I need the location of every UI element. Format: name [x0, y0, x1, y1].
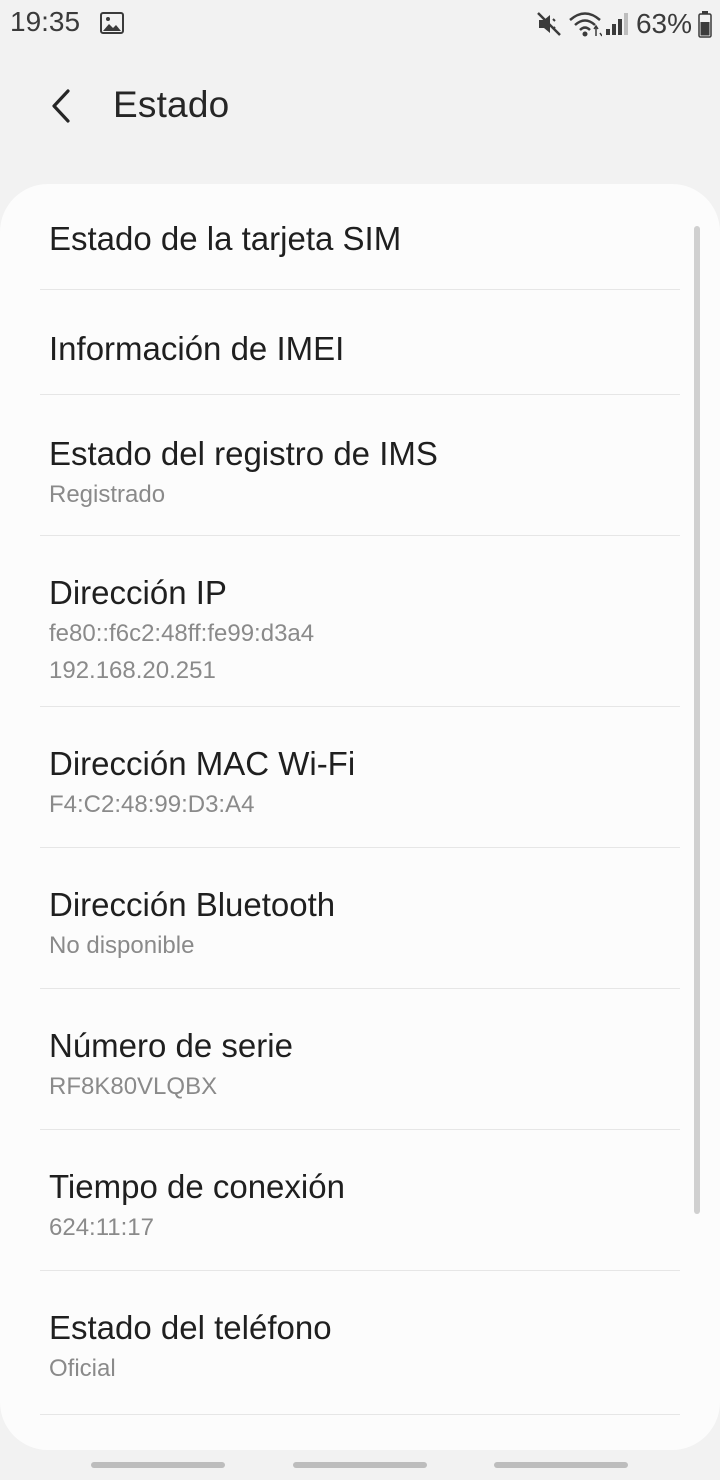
gallery-icon [100, 12, 124, 34]
item-wifi-mac: Dirección MAC Wi-Fi F4:C2:48:99:D3:A4 [40, 707, 680, 848]
item-title: Número de serie [49, 1027, 293, 1064]
item-subtitle: fe80::f6c2:48ff:fe99:d3a4 [49, 620, 315, 647]
status-list: Estado de la tarjeta SIM Información de … [0, 184, 720, 1415]
nav-home-button[interactable] [293, 1462, 427, 1468]
item-subtitle: RF8K80VLQBX [49, 1073, 218, 1100]
chevron-left-icon [52, 89, 70, 123]
navigation-bar [0, 1450, 720, 1480]
item-ims-registration: Estado del registro de IMS Registrado [40, 395, 680, 536]
item-title: Estado de la tarjeta SIM [49, 220, 402, 257]
item-title: Dirección MAC Wi-Fi [49, 745, 356, 782]
item-subtitle: F4:C2:48:99:D3:A4 [49, 791, 255, 818]
signal-icon [604, 9, 630, 39]
status-bar: 19:35 63% [0, 0, 720, 48]
item-bluetooth-address: Dirección Bluetooth No disponible [40, 848, 680, 989]
item-subtitle: Registrado [49, 481, 166, 508]
nav-recents-button[interactable] [91, 1462, 225, 1468]
battery-icon [698, 10, 712, 38]
nav-back-button[interactable] [494, 1462, 628, 1468]
app-bar: Estado [0, 58, 720, 154]
item-ip-address: Dirección IP fe80::f6c2:48ff:fe99:d3a4 1… [40, 536, 680, 707]
item-title: Dirección IP [49, 574, 227, 611]
item-subtitle: Oficial [49, 1355, 116, 1382]
back-button[interactable] [38, 82, 86, 130]
status-time: 19:35 [10, 6, 81, 37]
battery-percent: 63% [635, 8, 692, 39]
item-subtitle: 624:11:17 [49, 1214, 154, 1241]
status-icons: 63% [534, 6, 720, 42]
item-imei-info[interactable]: Información de IMEI [40, 290, 680, 395]
wifi-icon [568, 9, 602, 39]
item-title: Estado del registro de IMS [49, 435, 438, 472]
mute-icon [534, 9, 564, 39]
item-phone-status: Estado del teléfono Oficial [40, 1271, 680, 1415]
status-list-card: Estado de la tarjeta SIM Información de … [0, 184, 720, 1450]
item-title: Dirección Bluetooth [49, 886, 336, 923]
item-subtitle: No disponible [49, 932, 195, 959]
item-serial-number: Número de serie RF8K80VLQBX [40, 989, 680, 1130]
item-sim-status[interactable]: Estado de la tarjeta SIM [40, 184, 680, 290]
item-title: Información de IMEI [49, 330, 345, 367]
page-title: Estado [113, 84, 230, 125]
item-title: Tiempo de conexión [49, 1168, 345, 1205]
item-title: Estado del teléfono [49, 1309, 332, 1346]
item-subtitle-2: 192.168.20.251 [49, 657, 216, 684]
item-uptime: Tiempo de conexión 624:11:17 [40, 1130, 680, 1271]
